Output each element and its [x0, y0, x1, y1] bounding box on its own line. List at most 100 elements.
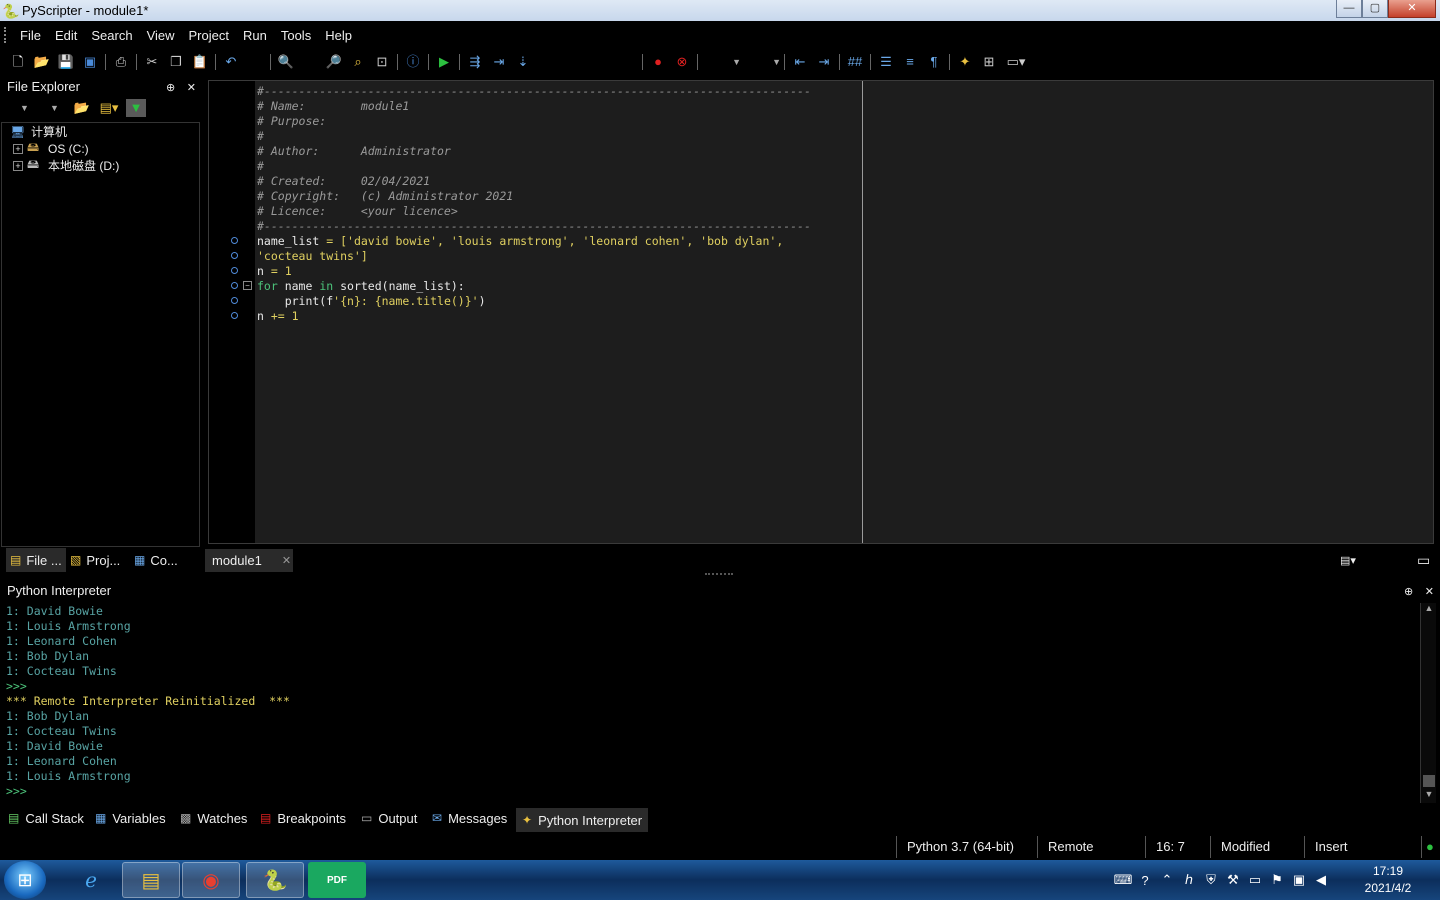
tab-file-explorer[interactable]: ▤ File ...: [6, 548, 66, 572]
code-editor[interactable]: − #-------------------------------------…: [208, 80, 1434, 544]
dedent-icon[interactable]: ⇥: [814, 53, 834, 71]
pdf-icon[interactable]: PDF: [308, 862, 366, 898]
vertical-scrollbar[interactable]: ▲ ▼: [1420, 603, 1436, 803]
clock[interactable]: 17:19 2021/4/2: [1350, 863, 1426, 897]
status-python-version[interactable]: Python 3.7 (64-bit): [896, 836, 1014, 858]
volume-icon[interactable]: ◀: [1310, 872, 1332, 888]
breakpoint-marker[interactable]: [231, 237, 238, 244]
cut-icon[interactable]: ✂: [142, 53, 162, 71]
help-icon[interactable]: ?: [1134, 873, 1156, 888]
search-icon[interactable]: 🔍: [276, 53, 296, 71]
chevron-down-icon[interactable]: ▼: [20, 103, 50, 113]
save-icon[interactable]: 💾: [56, 53, 76, 71]
scroll-up-icon[interactable]: ▲: [1421, 603, 1437, 617]
favorites-icon[interactable]: ▤▾: [96, 99, 122, 117]
menu-help[interactable]: Help: [318, 28, 359, 43]
toggle-breakpoint-icon[interactable]: ●: [648, 53, 668, 71]
scrollbar-thumb[interactable]: [1423, 775, 1435, 787]
menu-run[interactable]: Run: [236, 28, 274, 43]
tab-list-icon[interactable]: ▤▾: [1340, 548, 1356, 572]
menu-view[interactable]: View: [140, 28, 182, 43]
breakpoint-marker[interactable]: [231, 312, 238, 319]
save-all-icon[interactable]: ▣: [80, 53, 100, 71]
chrome-icon[interactable]: ◉: [182, 862, 240, 898]
clear-breakpoints-icon[interactable]: ⊗: [672, 53, 692, 71]
tree-node-drive-d[interactable]: + 🖴 本地磁盘 (D:): [2, 157, 199, 174]
fold-icon[interactable]: −: [243, 281, 252, 290]
tab-variables[interactable]: ▦ Variables: [95, 806, 166, 830]
toolbar-grip[interactable]: [4, 27, 7, 43]
undo-icon[interactable]: ↶: [221, 53, 241, 71]
interpreter-output[interactable]: 1: David Bowie 1: Louis Armstrong 1: Leona…: [2, 603, 1418, 803]
menu-file[interactable]: File: [13, 28, 48, 43]
close-button[interactable]: ✕: [1388, 0, 1436, 18]
line-numbers-icon[interactable]: ☰: [876, 53, 896, 71]
menu-project[interactable]: Project: [182, 28, 236, 43]
editor-gutter[interactable]: −: [209, 81, 255, 543]
print-icon[interactable]: ⎙: [111, 53, 131, 71]
breakpoint-marker[interactable]: [231, 252, 238, 259]
tab-python-interpreter[interactable]: ✦ Python Interpreter: [516, 808, 649, 832]
tab-watches[interactable]: ▩ Watches: [180, 806, 247, 830]
code-area[interactable]: #---------------------------------------…: [255, 81, 1433, 543]
step-into-icon[interactable]: ⇣: [513, 53, 533, 71]
pin-icon[interactable]: ⊕: [166, 82, 175, 94]
menu-search[interactable]: Search: [84, 28, 139, 43]
panel-splitter[interactable]: [705, 573, 733, 577]
replace-icon[interactable]: ⌕: [348, 53, 368, 71]
breakpoint-marker[interactable]: [231, 282, 238, 289]
pin-icon[interactable]: ⊕: [1404, 586, 1413, 598]
window-layout-icon[interactable]: ▭▾: [1003, 53, 1029, 71]
expand-icon[interactable]: +: [13, 160, 23, 171]
show-hidden-icons-icon[interactable]: ⌃: [1156, 872, 1178, 888]
open-file-icon[interactable]: 📂: [32, 53, 52, 71]
new-tab-icon[interactable]: ▭: [1417, 548, 1430, 572]
debug-icon[interactable]: ⇶: [465, 53, 485, 71]
pyscripter-icon[interactable]: 🐍: [246, 862, 304, 898]
layout-icon[interactable]: ⊞: [979, 53, 999, 71]
maximize-button[interactable]: ▢: [1362, 0, 1388, 18]
python-icon[interactable]: ✦: [955, 53, 975, 71]
close-icon[interactable]: ✕: [1425, 586, 1434, 598]
tab-module1[interactable]: module1 ✕: [205, 549, 293, 572]
tab-code-explorer[interactable]: ▦ Co...: [134, 548, 178, 572]
keyboard-icon[interactable]: ⌨: [1112, 872, 1134, 888]
syntax-check-icon[interactable]: ⓘ: [403, 53, 423, 71]
status-engine[interactable]: Remote: [1037, 836, 1117, 858]
redo-icon[interactable]: [245, 53, 265, 71]
close-icon[interactable]: ✕: [187, 82, 196, 94]
special-chars-icon[interactable]: ¶: [924, 53, 944, 71]
run-icon[interactable]: ▶: [434, 53, 454, 71]
menu-edit[interactable]: Edit: [48, 28, 84, 43]
internet-explorer-icon[interactable]: ℯ: [62, 862, 120, 898]
security-shield-icon[interactable]: ⛨: [1200, 872, 1222, 888]
find-in-files-icon[interactable]: 🔎: [324, 53, 344, 71]
copy-icon[interactable]: ❐: [166, 53, 186, 71]
tab-project-explorer[interactable]: ▧ Proj...: [70, 548, 120, 572]
chevron-down-icon[interactable]: ▼: [701, 53, 741, 71]
chevron-down-icon[interactable]: ▼: [50, 103, 70, 113]
scroll-down-icon[interactable]: ▼: [1421, 789, 1437, 803]
run-to-cursor-icon[interactable]: ⇥: [489, 53, 509, 71]
monitor-icon[interactable]: ▭: [1244, 872, 1266, 888]
tab-output[interactable]: ▭ Output: [361, 806, 417, 830]
indent-icon[interactable]: ⇤: [790, 53, 810, 71]
breakpoint-marker[interactable]: [231, 297, 238, 304]
expand-icon[interactable]: +: [13, 143, 23, 154]
close-tab-icon[interactable]: ✕: [282, 554, 291, 567]
goto-line-icon[interactable]: ⊡: [372, 53, 392, 71]
network-icon[interactable]: ▣: [1288, 872, 1310, 888]
new-file-icon[interactable]: 🗋: [8, 53, 28, 71]
tools-icon[interactable]: ⚒: [1222, 872, 1244, 888]
tab-call-stack[interactable]: ▤ Call Stack: [8, 806, 84, 830]
tab-breakpoints[interactable]: ▤ Breakpoints: [260, 806, 346, 830]
menu-tools[interactable]: Tools: [274, 28, 318, 43]
filter-icon[interactable]: ▼: [126, 99, 146, 117]
start-button[interactable]: ⊞: [4, 861, 46, 899]
comment-icon[interactable]: ##: [845, 53, 865, 71]
tab-messages[interactable]: ✉ Messages: [432, 806, 507, 830]
word-wrap-icon[interactable]: ≡: [900, 53, 920, 71]
hp-icon[interactable]: ℎ: [1178, 872, 1200, 888]
breakpoint-marker[interactable]: [231, 267, 238, 274]
chevron-down-icon[interactable]: ▼: [741, 53, 781, 71]
